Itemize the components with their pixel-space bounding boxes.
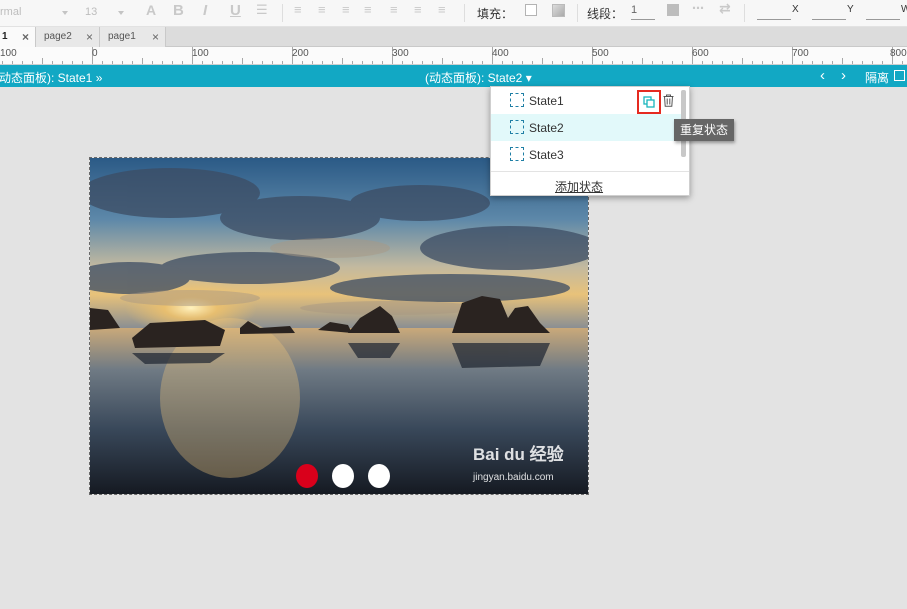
isolate-icon[interactable] [894, 70, 905, 81]
divider [744, 4, 745, 22]
line-pattern-icon[interactable]: ⋯ [692, 1, 704, 15]
line-color-swatch[interactable] [667, 4, 679, 16]
align-right-icon[interactable]: ≡ [342, 2, 350, 17]
state-selector[interactable]: (动态面板): State2 ▾ [425, 69, 532, 86]
tab-page2[interactable]: page2 × [36, 27, 100, 47]
delete-state-button[interactable] [663, 94, 674, 110]
toolbar: rmal 13 A B I U ☰ ≡ ≡ ≡ ≡ ≡ ≡ ≡ 填充： 线段： … [0, 0, 907, 27]
add-state-link[interactable]: 添加状态 [555, 178, 603, 195]
dynamic-panel-image[interactable]: Bai du 经验 jingyan.baidu.com [89, 157, 589, 495]
carousel-dot-1[interactable] [296, 464, 318, 488]
y-label: Y [847, 4, 854, 15]
divider [282, 4, 283, 22]
valign-middle-icon[interactable]: ≡ [414, 2, 422, 17]
tab-label: 1 [2, 31, 8, 42]
italic-icon[interactable]: I [203, 2, 207, 19]
state-icon [510, 93, 524, 107]
close-icon[interactable]: × [22, 27, 29, 47]
valign-top-icon[interactable]: ≡ [390, 2, 398, 17]
carousel-dot-2[interactable] [332, 464, 354, 488]
state-item-3[interactable]: State3 [491, 141, 683, 168]
ruler-label: 100 [0, 48, 17, 59]
next-state-icon[interactable]: › [841, 67, 846, 84]
line-label: 线段： [587, 7, 624, 21]
duplicate-icon [643, 96, 655, 108]
state-label: State3 [529, 148, 564, 162]
valign-bottom-icon[interactable]: ≡ [438, 2, 446, 17]
state-dropdown: State1 State2 State3 添加状态 [490, 86, 690, 196]
chevron-down-icon [62, 11, 68, 15]
ruler-label: 500 [592, 48, 609, 59]
carousel-dot-3[interactable] [368, 464, 390, 488]
ruler-label: 100 [192, 48, 209, 59]
ruler-label: 800 [890, 48, 907, 59]
tab-label: page1 [108, 31, 136, 42]
ruler-label: 400 [492, 48, 509, 59]
baidu-watermark: Bai du 经验 [473, 445, 564, 464]
close-icon[interactable]: × [152, 27, 159, 47]
state-icon [510, 147, 524, 161]
font-family-value: rmal [0, 6, 22, 18]
align-justify-icon[interactable]: ≡ [364, 2, 372, 17]
font-size-select[interactable]: 13 [85, 3, 130, 22]
prev-state-icon[interactable]: ‹ [820, 67, 825, 84]
ruler-label: 700 [792, 48, 809, 59]
tab-page1[interactable]: page1 × [100, 27, 166, 47]
bold-icon[interactable]: B [173, 2, 184, 19]
underline-icon[interactable]: U [230, 2, 241, 19]
state-label: State1 [529, 94, 564, 108]
horizontal-ruler: 100 0 100 200 300 400 500 600 700 800 [0, 47, 907, 65]
font-size-value: 13 [85, 6, 98, 18]
y-input[interactable] [812, 4, 846, 20]
x-label: X [792, 4, 799, 15]
w-label: W [901, 4, 907, 15]
duplicate-state-button[interactable] [637, 90, 661, 114]
isolate-button[interactable]: 隔离 [865, 69, 889, 86]
trash-icon [663, 94, 674, 107]
ruler-label: 600 [692, 48, 709, 59]
state-icon [510, 120, 524, 134]
w-input[interactable] [866, 4, 900, 20]
page-tabs: 1 × page2 × page1 × [0, 27, 907, 47]
ruler-ticks [2, 47, 903, 64]
text-color-icon[interactable]: A [146, 2, 156, 18]
arrow-style-icon[interactable]: ⇄ [719, 0, 731, 17]
tab-page-active[interactable]: 1 × [0, 27, 36, 47]
tab-label: page2 [44, 31, 72, 42]
font-family-select[interactable]: rmal [0, 3, 75, 22]
align-left-icon[interactable]: ≡ [294, 2, 302, 17]
watermark-url: jingyan.baidu.com [473, 472, 554, 483]
parent-state-breadcrumb[interactable]: (动态面板): State1 » [0, 69, 102, 86]
fill-color-swatch[interactable] [525, 4, 537, 16]
ruler-label: 300 [392, 48, 409, 59]
x-input[interactable] [757, 4, 791, 20]
divider [491, 171, 689, 172]
state-item-1[interactable]: State1 [491, 87, 683, 114]
state-item-2[interactable]: State2 [491, 114, 683, 141]
fill-label: 填充： [477, 7, 514, 21]
align-center-icon[interactable]: ≡ [318, 2, 326, 17]
bullet-list-icon[interactable]: ☰ [256, 2, 268, 18]
shadow-icon[interactable] [552, 4, 565, 17]
line-width-input[interactable]: 1 [631, 4, 655, 20]
chevron-down-icon [118, 11, 124, 15]
state-label: State2 [529, 121, 564, 135]
divider [464, 4, 465, 22]
divider [577, 4, 578, 22]
duplicate-state-tooltip: 重复状态 [674, 119, 735, 141]
ruler-label: 200 [292, 48, 309, 59]
close-icon[interactable]: × [86, 27, 93, 47]
dynamic-panel-statebar: (动态面板): State1 » (动态面板): State2 ▾ ‹ › 隔离 [0, 65, 907, 87]
ruler-label: 0 [92, 48, 98, 59]
